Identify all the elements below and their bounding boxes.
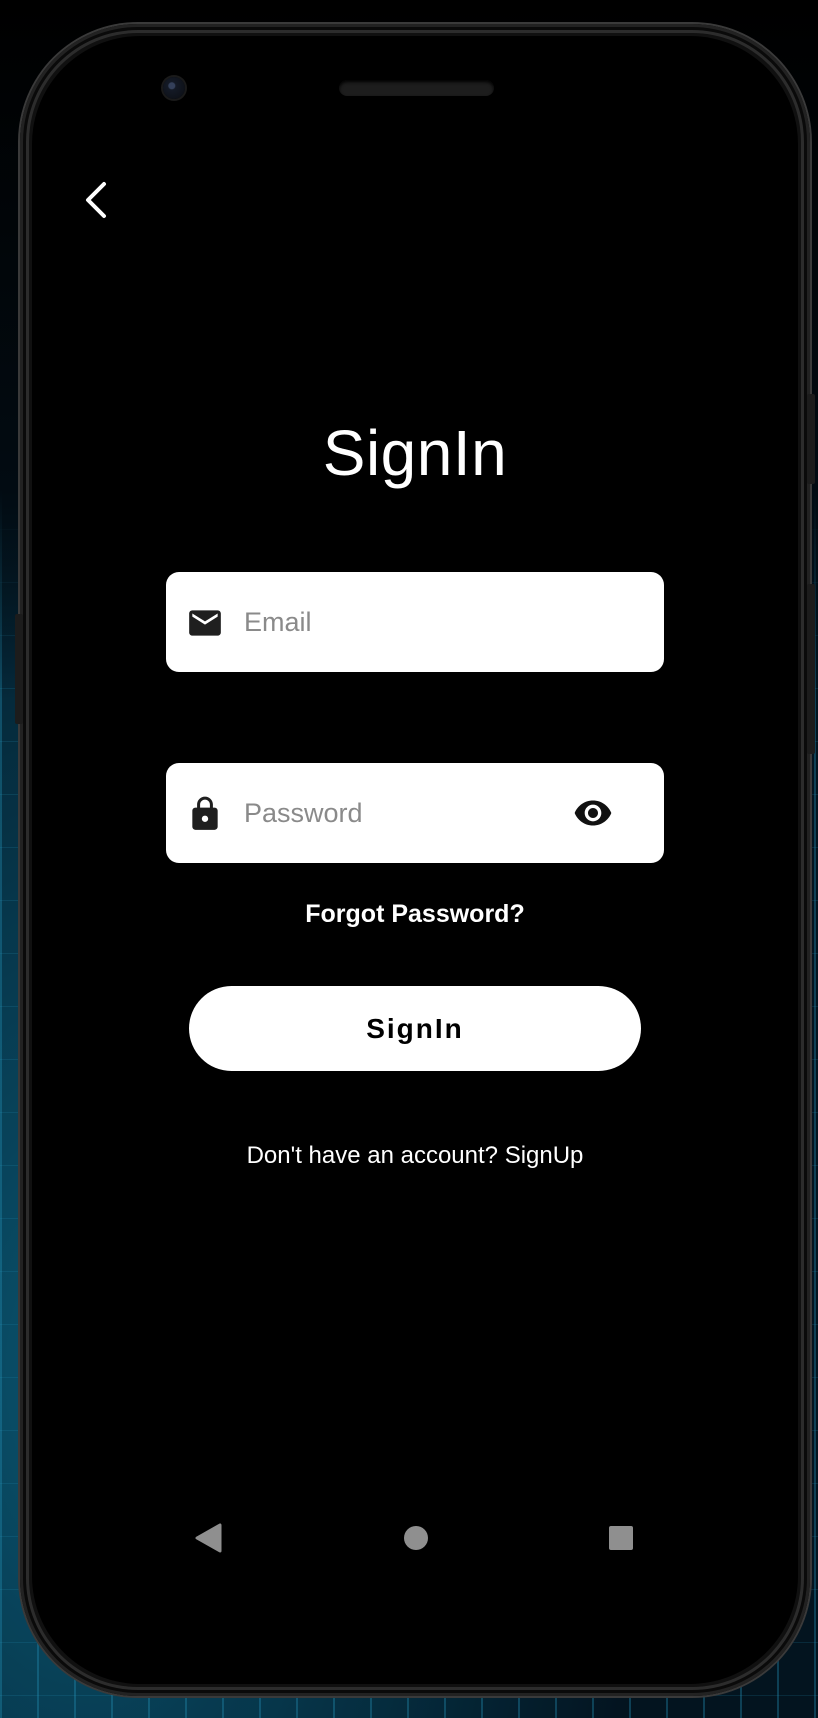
page-title: SignIn [322, 417, 508, 489]
mail-icon [189, 610, 221, 636]
signin-screen: SignIn Forgot Password? SignIn Don't hav… [56, 154, 774, 1584]
volume-button [15, 614, 23, 724]
lock-icon [192, 796, 218, 830]
earpiece-speaker [339, 80, 494, 96]
nav-home-circle-icon[interactable] [401, 1523, 431, 1553]
signup-link[interactable]: SignUp [505, 1142, 584, 1169]
front-camera [163, 77, 185, 99]
eye-icon[interactable] [572, 793, 614, 833]
chevron-left-icon [86, 182, 106, 218]
signup-prompt: Don't have an account? [246, 1142, 499, 1169]
back-button[interactable] [76, 176, 116, 224]
nav-back-triangle-icon[interactable] [191, 1521, 225, 1555]
nav-recents-square-icon[interactable] [607, 1524, 635, 1552]
forgot-password-link[interactable]: Forgot Password? [56, 900, 774, 929]
email-field[interactable] [166, 572, 664, 672]
email-input[interactable] [244, 572, 544, 672]
side-button [807, 584, 815, 754]
system-navigation-bar [56, 1518, 774, 1558]
power-button [807, 394, 815, 484]
signin-button[interactable]: SignIn [189, 986, 641, 1071]
signup-row: Don't have an account? SignUp [56, 1142, 774, 1170]
password-input[interactable] [244, 763, 544, 863]
password-field[interactable] [166, 763, 664, 863]
